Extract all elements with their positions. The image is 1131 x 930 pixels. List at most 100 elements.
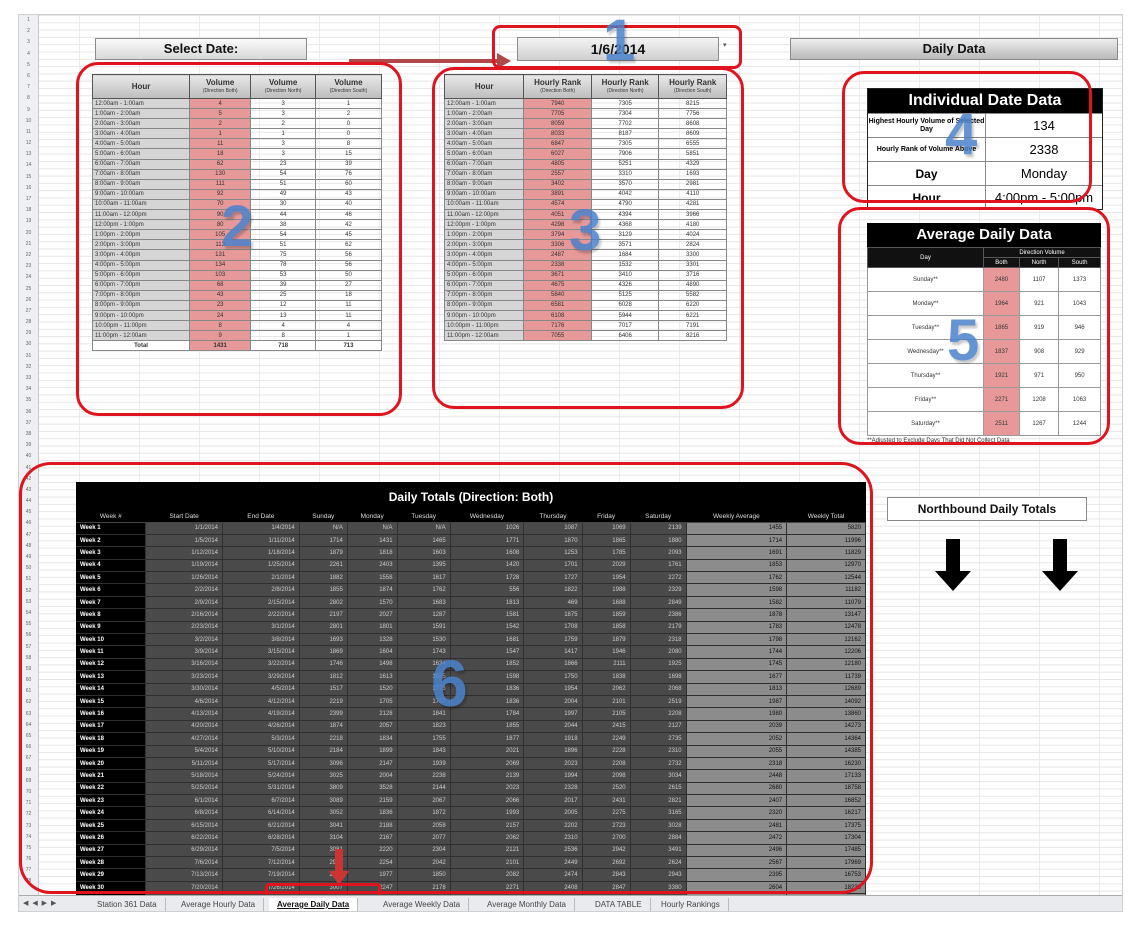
sheet-tab[interactable]: Average Hourly Data: [173, 898, 265, 911]
value-cell[interactable]: 1542: [450, 621, 525, 635]
value-cell[interactable]: 1684: [590, 249, 660, 261]
value-cell[interactable]: 1244: [1058, 411, 1101, 436]
value-cell[interactable]: 3041: [299, 819, 348, 833]
value-cell[interactable]: 1746: [299, 658, 348, 672]
hour-cell[interactable]: 5:00am - 6:00am: [443, 148, 525, 160]
week-cell[interactable]: Week 1: [76, 522, 147, 535]
value-cell[interactable]: 1882: [299, 571, 348, 585]
hour-cell[interactable]: 6:00am - 7:00am: [91, 158, 191, 170]
value-cell[interactable]: 2218: [299, 732, 348, 746]
value-cell[interactable]: 1570: [347, 596, 398, 610]
value-cell[interactable]: 1834: [347, 732, 398, 746]
value-cell[interactable]: 6/8/2014: [145, 806, 223, 820]
value-cell[interactable]: 2/1/2014: [222, 571, 300, 585]
value-cell[interactable]: 11: [189, 138, 252, 150]
hour-cell[interactable]: 9:00am - 10:00am: [443, 188, 525, 200]
value-cell[interactable]: 6/22/2014: [145, 831, 223, 845]
value-cell[interactable]: 3165: [630, 806, 687, 820]
value-cell[interactable]: 14273: [786, 720, 866, 734]
value-cell[interactable]: 2399: [299, 707, 348, 721]
value-cell[interactable]: 7/13/2014: [145, 868, 223, 882]
value-cell[interactable]: 2415: [582, 720, 631, 734]
value-cell[interactable]: 4890: [658, 279, 727, 291]
week-cell[interactable]: Week 3: [76, 546, 147, 560]
day-cell[interactable]: Saturday**: [867, 411, 984, 436]
value-cell[interactable]: 23: [189, 299, 252, 311]
value-cell[interactable]: 14385: [786, 745, 866, 758]
value-cell[interactable]: 1745: [686, 658, 788, 672]
hour-cell[interactable]: 1:00pm - 2:00pm: [443, 229, 525, 241]
value-cell[interactable]: 2188: [347, 819, 398, 833]
value-cell[interactable]: 1855: [450, 720, 525, 734]
value-cell[interactable]: 3096: [299, 757, 348, 771]
value-cell[interactable]: 7055: [523, 330, 592, 342]
week-cell[interactable]: Week 19: [76, 745, 147, 758]
value-cell[interactable]: 2184: [299, 745, 348, 758]
hour-cell[interactable]: 11:00am - 12:00pm: [91, 209, 191, 221]
value-cell[interactable]: 2680: [686, 782, 788, 796]
value-cell[interactable]: 39: [250, 279, 316, 291]
value-cell[interactable]: 1498: [347, 658, 398, 672]
week-cell[interactable]: Week 18: [76, 732, 147, 746]
value-cell[interactable]: 7/19/2014: [222, 868, 300, 882]
hour-cell[interactable]: 12:00pm - 1:00pm: [443, 219, 525, 231]
value-cell[interactable]: 1759: [523, 633, 583, 647]
value-cell[interactable]: 17304: [786, 831, 866, 845]
hour-cell[interactable]: 7:00am - 8:00am: [443, 168, 525, 180]
value-cell[interactable]: 2004: [347, 769, 398, 783]
sheet-tab[interactable]: DATA TABLE: [587, 898, 651, 911]
value-cell[interactable]: 42: [314, 219, 383, 231]
value-cell[interactable]: 2021: [450, 745, 525, 758]
hour-cell[interactable]: 9:00am - 10:00am: [91, 188, 191, 200]
value-cell[interactable]: 7/12/2014: [222, 856, 300, 870]
value-cell[interactable]: 2023: [523, 757, 583, 771]
value-cell[interactable]: 3/23/2014: [145, 670, 223, 684]
value-cell[interactable]: 2408: [523, 881, 583, 895]
value-cell[interactable]: 1771: [450, 534, 525, 548]
value-cell[interactable]: 1785: [582, 546, 631, 560]
value-cell[interactable]: 1691: [686, 546, 788, 560]
value-cell[interactable]: 2055: [686, 745, 788, 758]
value-cell[interactable]: 1635: [397, 670, 451, 684]
value-cell[interactable]: 1874: [299, 720, 348, 734]
value-cell[interactable]: 1: [250, 128, 316, 140]
week-cell[interactable]: Week 21: [76, 769, 147, 783]
value-cell[interactable]: 2474: [523, 868, 583, 882]
value-cell[interactable]: 2735: [630, 732, 687, 746]
value-cell[interactable]: 6847: [523, 138, 592, 150]
value-cell[interactable]: 2058: [397, 819, 451, 833]
week-cell[interactable]: Week 26: [76, 831, 147, 845]
day-cell[interactable]: Thursday**: [867, 363, 984, 388]
value-cell[interactable]: 1517: [299, 683, 348, 696]
value-cell[interactable]: 4/26/2014: [222, 720, 300, 734]
value-cell[interactable]: 1420: [450, 559, 525, 573]
sheet-tab[interactable]: Hourly Rankings: [653, 898, 729, 911]
value-cell[interactable]: 2023: [450, 782, 525, 796]
value-cell[interactable]: 2080: [630, 645, 687, 659]
value-cell[interactable]: 3/8/2014: [222, 633, 300, 647]
value-cell[interactable]: 7906: [590, 148, 660, 160]
week-cell[interactable]: Week 14: [76, 683, 147, 696]
value-cell[interactable]: 2449: [523, 856, 583, 870]
value-cell[interactable]: 1431: [347, 534, 398, 548]
value-cell[interactable]: 1253: [523, 546, 583, 560]
value-cell[interactable]: 1/11/2014: [222, 534, 300, 548]
value-cell[interactable]: 46: [314, 209, 383, 221]
value-cell[interactable]: 4110: [658, 188, 727, 200]
hour-cell[interactable]: 6:00am - 7:00am: [443, 158, 525, 170]
value-cell[interactable]: 4394: [590, 209, 660, 221]
value-cell[interactable]: 3809: [299, 782, 348, 796]
value-cell[interactable]: 68: [189, 279, 252, 291]
value-cell[interactable]: 7/20/2014: [145, 881, 223, 895]
value-cell[interactable]: 4805: [523, 158, 592, 170]
value-cell[interactable]: 7017: [590, 320, 660, 332]
value-cell[interactable]: 3/15/2014: [222, 645, 300, 659]
hour-cell[interactable]: 11:00pm - 12:00am: [443, 330, 525, 342]
value-cell[interactable]: 4051: [523, 209, 592, 221]
week-cell[interactable]: Week 27: [76, 844, 147, 858]
hour-cell[interactable]: 5:00pm - 6:00pm: [443, 269, 525, 281]
value-cell[interactable]: 946: [1058, 315, 1101, 340]
value-cell[interactable]: 5820: [786, 522, 866, 535]
value-cell[interactable]: 51: [250, 239, 316, 251]
value-cell[interactable]: 1: [314, 97, 383, 110]
